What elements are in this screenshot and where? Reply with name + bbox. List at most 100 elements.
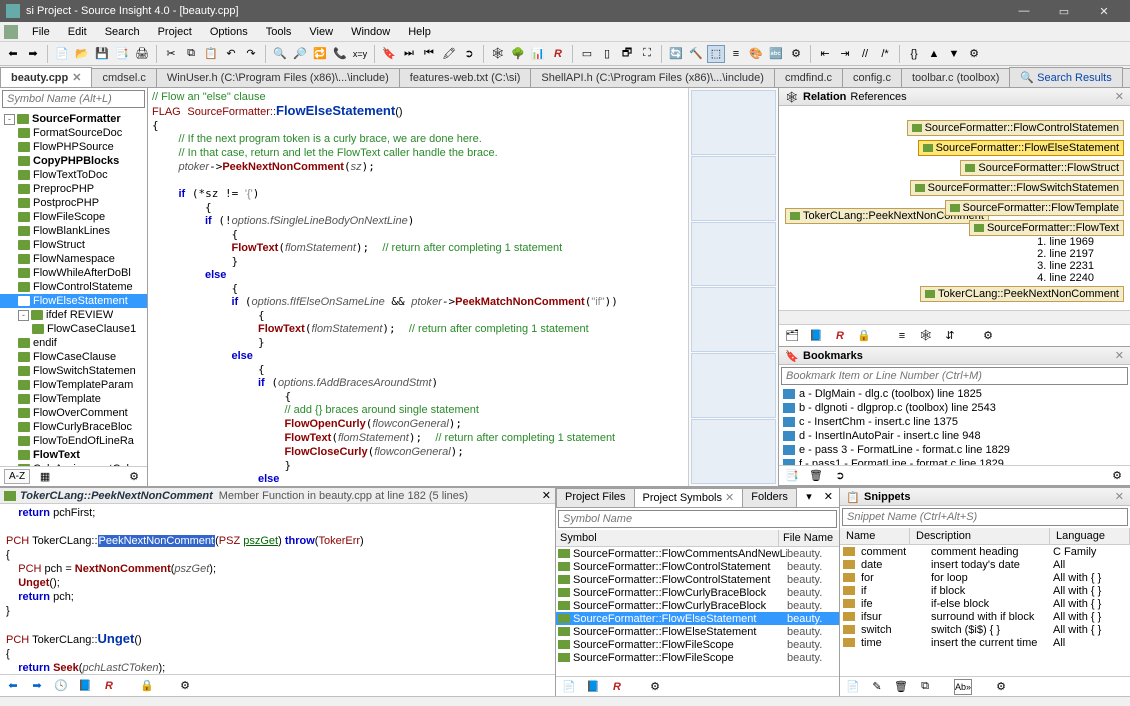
maximize-button[interactable]: ▭ [1044, 5, 1084, 18]
snippet-row[interactable]: ifif blockAll with { } [840, 584, 1130, 597]
tree-node[interactable]: FlowTemplateParam [0, 378, 147, 392]
goto-def-icon[interactable]: ➲ [460, 45, 478, 63]
context-code[interactable]: return pchFirst; PCH TokerCLang::PeekNex… [0, 504, 555, 674]
expand-all-icon[interactable]: ▦ [36, 469, 54, 485]
tree-node[interactable]: -ifdef REVIEW [0, 308, 147, 322]
file-tab[interactable]: 🔍 Search Results [1009, 67, 1122, 87]
bookmark-item[interactable]: f - pass1 - FormatLine - format.c line 1… [779, 457, 1130, 465]
uncomment-icon[interactable]: /* [876, 45, 894, 63]
snippets-close-icon[interactable]: ✕ [1115, 490, 1124, 503]
search-icon[interactable]: 🔍 [271, 45, 289, 63]
bookmark-icon[interactable]: 🔖 [380, 45, 398, 63]
menu-options[interactable]: Options [202, 24, 256, 40]
symbol-row[interactable]: SourceFormatter::FlowElseStatementbeauty… [556, 612, 839, 625]
symbol-row[interactable]: SourceFormatter::FlowControlStatementbea… [556, 560, 839, 573]
tree-node[interactable]: endif [0, 336, 147, 350]
snip-abc-icon[interactable]: Ab» [954, 679, 972, 695]
symbol-row[interactable]: SourceFormatter::FlowControlStatementbea… [556, 573, 839, 586]
tree-node[interactable]: FlowPHPSource [0, 140, 147, 154]
copy-icon[interactable]: ⧉ [182, 45, 200, 63]
rel-refresh-icon[interactable]: 🗂 [783, 328, 801, 344]
rel-graph-icon[interactable]: 🕸 [917, 328, 935, 344]
indent-left-icon[interactable]: ⇤ [816, 45, 834, 63]
relation-graph[interactable]: TokerCLang::PeekNextNonComment SourceFor… [779, 106, 1130, 324]
relation-icon[interactable]: 🕸 [489, 45, 507, 63]
ps-gear-icon[interactable]: ⚙ [646, 679, 664, 695]
minimize-button[interactable]: — [1004, 5, 1044, 17]
bm-del-icon[interactable]: 🗑 [807, 468, 825, 484]
tree-node[interactable]: FlowElseStatement [0, 294, 147, 308]
gear-icon[interactable]: ⚙ [965, 45, 983, 63]
comment-icon[interactable]: // [856, 45, 874, 63]
menu-tools[interactable]: Tools [258, 24, 300, 40]
snippet-row[interactable]: ifeif-else blockAll with { } [840, 597, 1130, 610]
snippet-search-input[interactable] [842, 508, 1128, 526]
bm-add-icon[interactable]: 📑 [783, 468, 801, 484]
open-file-icon[interactable]: 📂 [73, 45, 91, 63]
tabs-dropdown-icon[interactable]: ▾ [800, 488, 818, 507]
rel-tree-icon[interactable]: ⇵ [941, 328, 959, 344]
col-symbol[interactable]: Symbol [556, 530, 779, 546]
cut-icon[interactable]: ✂ [162, 45, 180, 63]
file-tab[interactable]: toolbar.c (toolbox) [901, 68, 1010, 87]
tree-node[interactable]: FlowFileScope [0, 210, 147, 224]
new-file-icon[interactable]: 📄 [53, 45, 71, 63]
sync-icon[interactable]: 🔄 [667, 45, 685, 63]
menu-help[interactable]: Help [400, 24, 439, 40]
ps-book-icon[interactable]: 📘 [584, 679, 602, 695]
tile-v-icon[interactable]: ▯ [598, 45, 616, 63]
ctx-history-icon[interactable]: 🕓 [52, 678, 70, 694]
options-icon[interactable]: ⚙ [787, 45, 805, 63]
snip-edit-icon[interactable]: ✎ [868, 679, 886, 695]
symbol-row[interactable]: SourceFormatter::FlowFileScopebeauty. [556, 638, 839, 651]
menu-view[interactable]: View [301, 24, 341, 40]
bookmarks-list[interactable]: a - DlgMain - dlg.c (toolbox) line 1825b… [779, 387, 1130, 465]
file-tab[interactable]: WinUser.h (C:\Program Files (x86)\...\in… [156, 68, 400, 87]
r-icon[interactable]: R [549, 45, 567, 63]
snip-new-icon[interactable]: 📄 [844, 679, 862, 695]
snip-del-icon[interactable]: 🗑 [892, 679, 910, 695]
symbol-row[interactable]: SourceFormatter::FlowCurlyBraceBlockbeau… [556, 599, 839, 612]
font-icon[interactable]: 🔤 [767, 45, 785, 63]
tree-node[interactable]: FlowControlStateme [0, 280, 147, 294]
relation-node[interactable]: SourceFormatter::FlowSwitchStatemen [910, 180, 1124, 196]
code-overview[interactable] [688, 88, 778, 486]
rel-lock-icon[interactable]: 🔒 [855, 328, 873, 344]
bookmarks-close-icon[interactable]: ✕ [1115, 349, 1124, 362]
paste-icon[interactable]: 📋 [202, 45, 220, 63]
outline-gear-icon[interactable]: ⚙ [125, 469, 143, 485]
replace-icon[interactable]: 🔁 [311, 45, 329, 63]
menu-search[interactable]: Search [97, 24, 148, 40]
file-tab[interactable]: cmdfind.c [774, 68, 843, 87]
bookmark-item[interactable]: e - pass 3 - FormatLine - format.c line … [779, 443, 1130, 457]
snippets-list[interactable]: commentcomment headingC Familydateinsert… [840, 545, 1130, 676]
save-icon[interactable]: 💾 [93, 45, 111, 63]
col-snippet-desc[interactable]: Description [910, 528, 1050, 544]
bookmark-item[interactable]: d - InsertInAutoPair - insert.c line 948 [779, 429, 1130, 443]
tree-node[interactable]: FlowStruct [0, 238, 147, 252]
symbol-row[interactable]: SourceFormatter::FlowCommentsAndNewLineb… [556, 547, 839, 560]
relation-close-icon[interactable]: ✕ [1115, 90, 1124, 103]
col-filename[interactable]: File Name [779, 530, 839, 546]
tree-node[interactable]: FlowSwitchStatemen [0, 364, 147, 378]
snippet-row[interactable]: ifsursurround with if blockAll with { } [840, 610, 1130, 623]
tree-node[interactable]: FormatSourceDoc [0, 126, 147, 140]
symbol-window-icon[interactable]: 📊 [529, 45, 547, 63]
tab-project-symbols[interactable]: Project Symbols✕ [634, 488, 744, 507]
file-tab[interactable]: toolbar.h (toolbox) [1122, 68, 1130, 87]
snippet-row[interactable]: forfor loopAll with { } [840, 571, 1130, 584]
tree-node[interactable]: FlowTextToDoc [0, 168, 147, 182]
bookmark-item[interactable]: b - dlgnoti - dlgprop.c (toolbox) line 2… [779, 401, 1130, 415]
relation-hscroll[interactable] [779, 310, 1130, 324]
snip-gear-icon[interactable]: ⚙ [992, 679, 1010, 695]
tree-node[interactable]: FlowNamespace [0, 252, 147, 266]
block-down-icon[interactable]: ▼ [945, 45, 963, 63]
color-icon[interactable]: 🎨 [747, 45, 765, 63]
tree-node[interactable]: FlowTemplate [0, 392, 147, 406]
file-tab[interactable]: beauty.cpp✕ [0, 67, 92, 87]
bracket-match-icon[interactable]: {} [905, 45, 923, 63]
nav-fwd-icon[interactable]: ➡ [24, 45, 42, 63]
ctx-back-icon[interactable]: ⬅ [4, 678, 22, 694]
tree-node[interactable]: FlowBlankLines [0, 224, 147, 238]
tree-node[interactable]: PostprocPHP [0, 196, 147, 210]
